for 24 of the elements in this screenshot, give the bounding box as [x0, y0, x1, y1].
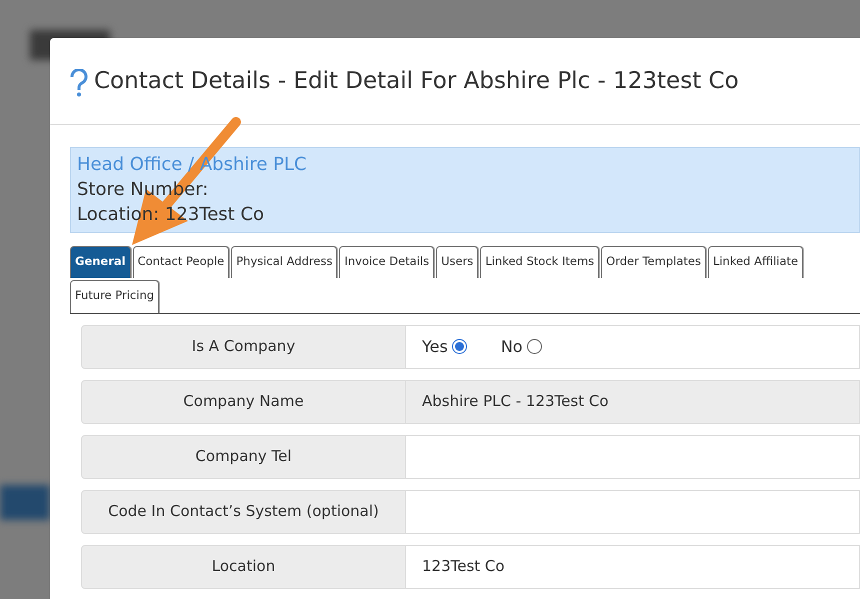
input-field[interactable]: 123Test Co	[406, 544, 860, 588]
tab[interactable]: Linked Stock Items	[480, 246, 600, 278]
radio-button[interactable]	[526, 339, 542, 354]
input-field[interactable]	[406, 490, 860, 534]
tab[interactable]: General	[70, 246, 131, 278]
field-label: Code In Contact’s System (optional)	[81, 490, 406, 534]
field-label: Company Name	[81, 380, 406, 424]
field-label: Is A Company	[81, 324, 406, 368]
dialog-title: Contact Details - Edit Detail For Abshire Plc - 123test Co	[94, 66, 739, 96]
radio-option[interactable]: Yes	[422, 334, 467, 358]
input-field[interactable]: Abshire PLC - 123Test Co	[406, 380, 860, 424]
tab[interactable]: Physical Address	[231, 246, 338, 278]
field-label: Company Tel	[81, 434, 406, 478]
field-label: Location	[81, 544, 406, 588]
tab[interactable]: Contact People	[132, 246, 230, 278]
tab[interactable]: Linked Affiliate	[708, 246, 804, 278]
tab[interactable]: Order Templates	[601, 246, 706, 278]
radio-button[interactable]	[452, 339, 467, 354]
tab[interactable]: Future Pricing	[70, 280, 160, 312]
background-block	[0, 485, 50, 520]
input-field[interactable]	[406, 434, 860, 478]
radio-option[interactable]: No	[500, 334, 542, 358]
tab[interactable]: Users	[436, 246, 478, 278]
tab[interactable]: Invoice Details	[339, 246, 434, 278]
